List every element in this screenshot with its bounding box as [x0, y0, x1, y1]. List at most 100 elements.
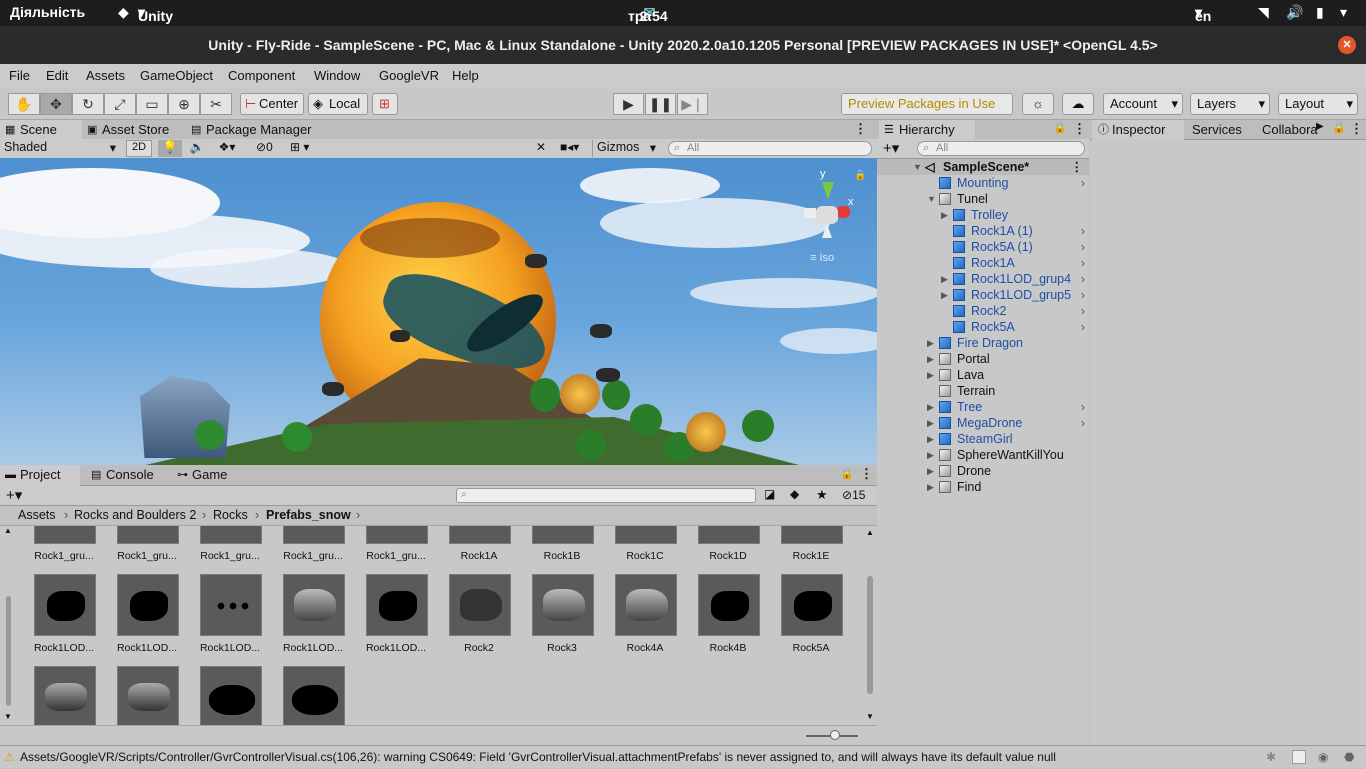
asset-thumbnail[interactable]	[366, 526, 428, 544]
light-settings-icon[interactable]: ☼	[1022, 93, 1054, 115]
menu-help[interactable]: Help	[452, 68, 479, 83]
expand-arrow-icon[interactable]: ▶	[927, 399, 934, 415]
add-icon[interactable]: +▾	[883, 139, 899, 157]
asset-thumbnail[interactable]	[781, 526, 843, 544]
asset-thumbnail[interactable]	[366, 574, 428, 636]
expand-arrow-icon[interactable]: ▶	[941, 287, 948, 303]
menu-edit[interactable]: Edit	[46, 68, 68, 83]
scroll-up-icon[interactable]: ▲	[4, 526, 12, 535]
hierarchy-item[interactable]: ▶ Tree ›	[877, 399, 1089, 415]
tools-icon[interactable]: ✕	[536, 140, 554, 157]
hierarchy-item[interactable]: ▶ SteamGirl	[877, 431, 1089, 447]
more-options-icon[interactable]: ⋮	[1073, 121, 1086, 137]
asset-thumbnail[interactable]	[781, 574, 843, 636]
hidden-packages-toggle[interactable]: ⊘15	[842, 488, 865, 502]
tab-collaborate[interactable]: Collabora	[1256, 120, 1320, 140]
move-tool-icon[interactable]: ✥	[40, 93, 72, 115]
close-window-button[interactable]: ✕	[1338, 36, 1356, 54]
grid-snap-icon[interactable]: ⊞	[372, 93, 398, 115]
tab-project[interactable]: ▬ Project	[0, 465, 80, 486]
scene-orientation-gizmo[interactable]: y x 🔒	[800, 166, 866, 246]
menu-assets[interactable]: Assets	[86, 68, 125, 83]
step-button[interactable]: ▶❘	[677, 93, 708, 115]
asset-label[interactable]: Rock5A	[761, 642, 861, 654]
folder-tree-scrollbar[interactable]: ▲ ▼	[4, 526, 14, 726]
hierarchy-item[interactable]: Rock1A (1) ›	[877, 223, 1089, 239]
hierarchy-item[interactable]: Rock5A (1) ›	[877, 239, 1089, 255]
tab-asset-store[interactable]: ▣ Asset Store	[82, 120, 182, 140]
pivot-center-button[interactable]: ⊢ Center	[240, 93, 304, 115]
lock-icon[interactable]: 🔒	[1053, 121, 1067, 134]
open-prefab-chevron-icon[interactable]: ›	[1081, 255, 1085, 271]
cloud-icon[interactable]: ☁	[1062, 93, 1094, 115]
tab-hierarchy[interactable]: ☰ Hierarchy	[879, 120, 975, 140]
tab-package-manager[interactable]: ▤ Package Manager	[186, 120, 326, 140]
asset-thumbnail[interactable]	[449, 526, 511, 544]
tab-console[interactable]: ▤ Console	[86, 465, 170, 486]
asset-thumbnail[interactable]	[200, 574, 262, 636]
expand-arrow-icon[interactable]: ▶	[927, 335, 934, 351]
open-prefab-chevron-icon[interactable]: ›	[1081, 175, 1085, 191]
asset-thumbnail[interactable]	[698, 574, 760, 636]
asset-label[interactable]: Rock1E	[761, 550, 861, 562]
collapse-arrow-icon[interactable]: ▼	[927, 191, 936, 207]
menu-file[interactable]: File	[9, 68, 30, 83]
asset-thumbnail[interactable]	[532, 526, 594, 544]
open-prefab-chevron-icon[interactable]: ›	[1081, 319, 1085, 335]
status-bar[interactable]: ⚠ Assets/GoogleVR/Scripts/Controller/Gvr…	[0, 745, 1366, 768]
lock-icon[interactable]: 🔒	[1332, 121, 1346, 134]
hierarchy-item[interactable]: Rock2 ›	[877, 303, 1089, 319]
hierarchy-item[interactable]: ▶ MegaDrone ›	[877, 415, 1089, 431]
layout-dropdown[interactable]: Layout ▾	[1278, 93, 1358, 115]
status-message[interactable]: Assets/GoogleVR/Scripts/Controller/GvrCo…	[20, 746, 1056, 769]
audio-toggle-icon[interactable]: 🔈	[186, 140, 208, 157]
asset-thumbnail[interactable]	[615, 526, 677, 544]
scene-search-input[interactable]: ⌕ All	[668, 141, 872, 156]
asset-thumbnail[interactable]	[283, 666, 345, 725]
hand-tool-icon[interactable]: ✋	[8, 93, 40, 115]
open-prefab-chevron-icon[interactable]: ›	[1081, 303, 1085, 319]
expand-arrow-icon[interactable]: ▶	[927, 479, 934, 495]
asset-thumbnail[interactable]	[200, 526, 262, 544]
iso-label[interactable]: ≡ Iso	[810, 252, 834, 264]
hierarchy-item[interactable]: ▼ Tunel	[877, 191, 1089, 207]
hierarchy-item[interactable]: ▶ Lava	[877, 367, 1089, 383]
expand-arrow-icon[interactable]: ▶	[927, 463, 934, 479]
asset-thumbnail[interactable]	[34, 574, 96, 636]
open-prefab-chevron-icon[interactable]: ›	[1081, 415, 1085, 431]
transform-tool-icon[interactable]: ⊕	[168, 93, 200, 115]
project-search-input[interactable]: ⌕	[456, 488, 756, 503]
asset-thumbnail[interactable]	[117, 526, 179, 544]
scroll-down-icon[interactable]: ▼	[866, 712, 874, 721]
more-options-icon[interactable]: ⋮	[1350, 121, 1363, 137]
system-menu-chevron-icon[interactable]: ▾	[1340, 4, 1347, 21]
language-selector[interactable]: en ▾	[1195, 4, 1211, 24]
rect-tool-icon[interactable]: ▭	[136, 93, 168, 115]
open-prefab-chevron-icon[interactable]: ›	[1081, 223, 1085, 239]
auto-generate-lighting-icon[interactable]: ◉	[1318, 746, 1328, 769]
breadcrumb-assets[interactable]: Assets	[18, 506, 56, 525]
grid-toggle-icon[interactable]: ⊞ ▾	[290, 140, 326, 157]
preview-packages-button[interactable]: Preview Packages in Use ▼	[841, 93, 1013, 131]
more-options-icon[interactable]: ⋮	[854, 121, 867, 137]
play-button[interactable]: ▶	[613, 93, 644, 115]
asset-thumbnail[interactable]	[615, 574, 677, 636]
hierarchy-item[interactable]: ▶ SphereWantKillYou	[877, 447, 1089, 463]
lock-icon[interactable]: 🔒	[840, 467, 854, 480]
menu-component[interactable]: Component	[228, 68, 295, 83]
filter-label-icon[interactable]: ◆	[790, 487, 799, 501]
rotate-tool-icon[interactable]: ↻	[72, 93, 104, 115]
more-options-icon[interactable]: ⋮	[1071, 159, 1084, 175]
scene-viewport[interactable]: y x 🔒 ≡ Iso	[0, 158, 877, 465]
scroll-thumb[interactable]	[867, 576, 873, 694]
hierarchy-item[interactable]: ▶ Rock1LOD_grup5 ›	[877, 287, 1089, 303]
hierarchy-item[interactable]: ▶ Portal	[877, 351, 1089, 367]
hierarchy-item[interactable]: Mounting ›	[877, 175, 1089, 191]
asset-thumbnail[interactable]	[532, 574, 594, 636]
favorite-star-icon[interactable]: ★	[816, 487, 828, 503]
menu-window[interactable]: Window	[314, 68, 360, 83]
hidden-objects-toggle[interactable]: ⊘0	[256, 140, 286, 157]
expand-arrow-icon[interactable]: ▼	[913, 159, 922, 175]
app-menu[interactable]: Unity ▾	[138, 4, 173, 24]
hierarchy-item[interactable]: ▶ Trolley	[877, 207, 1089, 223]
